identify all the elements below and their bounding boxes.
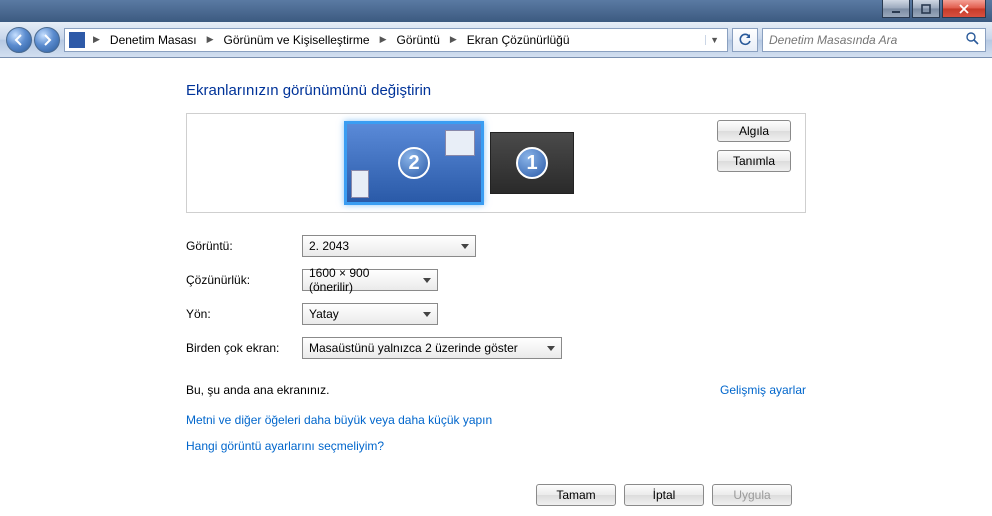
back-button[interactable] bbox=[6, 27, 32, 53]
breadcrumb-item[interactable]: Görüntü bbox=[395, 33, 442, 47]
refresh-button[interactable] bbox=[732, 28, 758, 52]
cancel-button[interactable]: İptal bbox=[624, 484, 704, 506]
content-area: Ekranlarınızın görünümünü değiştirin 2 1… bbox=[0, 58, 992, 516]
page-title: Ekranlarınızın görünümünü değiştirin bbox=[186, 82, 806, 99]
identify-button[interactable]: Tanımla bbox=[717, 150, 791, 172]
search-box[interactable] bbox=[762, 28, 986, 52]
monitor-number: 1 bbox=[516, 147, 548, 179]
search-input[interactable] bbox=[769, 33, 966, 47]
multi-display-select[interactable]: Masaüstünü yalnızca 2 üzerinde göster bbox=[302, 337, 562, 359]
breadcrumb-item[interactable]: Görünüm ve Kişiselleştirme bbox=[222, 33, 372, 47]
apply-button[interactable]: Uygula bbox=[712, 484, 792, 506]
chevron-right-icon: ▶ bbox=[446, 34, 461, 45]
maximize-button[interactable] bbox=[912, 0, 940, 18]
address-dropdown[interactable]: ▼ bbox=[705, 35, 723, 45]
window-icon bbox=[445, 130, 475, 156]
breadcrumb-item[interactable]: Denetim Masası bbox=[108, 33, 199, 47]
display-select[interactable]: 2. 2043 bbox=[302, 235, 476, 257]
address-bar[interactable]: ▶ Denetim Masası ▶ Görünüm ve Kişiselleş… bbox=[64, 28, 728, 52]
which-settings-link[interactable]: Hangi görüntü ayarlarını seçmeliyim? bbox=[186, 439, 806, 453]
window-icon bbox=[351, 170, 369, 198]
window-titlebar bbox=[0, 0, 992, 22]
chevron-right-icon: ▶ bbox=[203, 34, 218, 45]
text-size-link[interactable]: Metni ve diğer öğeleri daha büyük veya d… bbox=[186, 413, 806, 427]
resolution-label: Çözünürlük: bbox=[186, 273, 302, 287]
dialog-buttons: Tamam İptal Uygula bbox=[536, 484, 792, 506]
chevron-right-icon: ▶ bbox=[89, 34, 104, 45]
monitor-1[interactable]: 1 bbox=[490, 132, 574, 194]
ok-button[interactable]: Tamam bbox=[536, 484, 616, 506]
multi-display-label: Birden çok ekran: bbox=[186, 341, 302, 355]
minimize-button[interactable] bbox=[882, 0, 910, 18]
control-panel-icon bbox=[69, 32, 85, 48]
advanced-settings-link[interactable]: Gelişmiş ayarlar bbox=[720, 383, 806, 397]
display-settings-form: Görüntü: 2. 2043 Çözünürlük: 1600 × 900 … bbox=[186, 235, 806, 359]
close-button[interactable] bbox=[942, 0, 986, 18]
navigation-bar: ▶ Denetim Masası ▶ Görünüm ve Kişiselleş… bbox=[0, 22, 992, 58]
breadcrumb-item[interactable]: Ekran Çözünürlüğü bbox=[465, 33, 572, 47]
resolution-select[interactable]: 1600 × 900 (önerilir) bbox=[302, 269, 438, 291]
detect-button[interactable]: Algıla bbox=[717, 120, 791, 142]
chevron-right-icon: ▶ bbox=[376, 34, 391, 45]
main-screen-status: Bu, şu anda ana ekranınız. bbox=[186, 383, 329, 397]
search-icon bbox=[966, 32, 979, 48]
display-label: Görüntü: bbox=[186, 239, 302, 253]
orientation-select[interactable]: Yatay bbox=[302, 303, 438, 325]
forward-button[interactable] bbox=[34, 27, 60, 53]
monitor-2[interactable]: 2 bbox=[344, 121, 484, 205]
monitor-number: 2 bbox=[398, 147, 430, 179]
orientation-label: Yön: bbox=[186, 307, 302, 321]
monitor-arrangement-panel: 2 1 Algıla Tanımla bbox=[186, 113, 806, 213]
